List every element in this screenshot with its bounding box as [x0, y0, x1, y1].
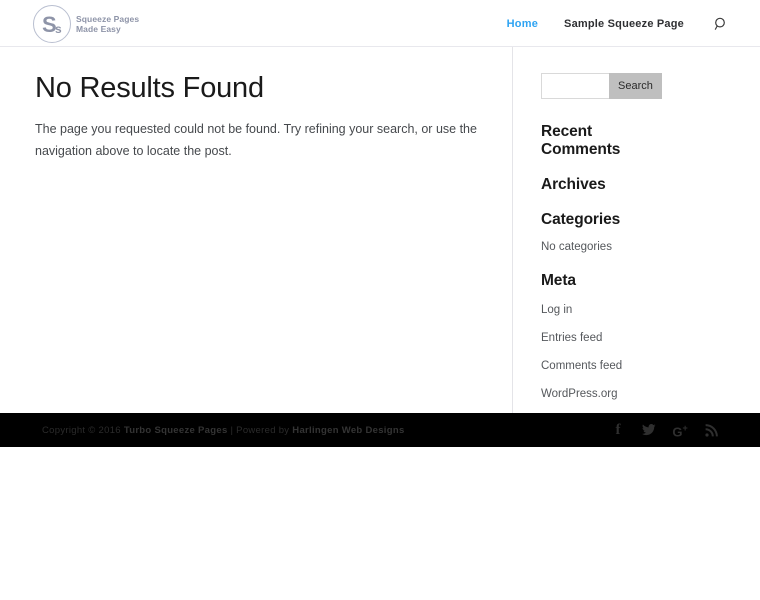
widget-categories: Categories No categories [541, 211, 730, 255]
widget-meta: Meta Log in Entries feed Comments feed W… [541, 272, 730, 402]
logo-circle-icon: S s [33, 4, 71, 43]
footer-copyright: Copyright © 2016 Turbo Squeeze Pages | P… [30, 425, 405, 436]
widget-archives: Archives [541, 176, 730, 194]
page-title: No Results Found [35, 72, 264, 104]
logo-tagline-line1: Squeeze Pages [76, 14, 140, 24]
facebook-glyph: f [615, 421, 621, 438]
footer-social-list: f G+ [611, 421, 730, 440]
nav-item-home[interactable]: Home [507, 18, 538, 30]
content-area: No Results Found The page you requested … [0, 47, 760, 413]
sidebar: Search Recent Comments Archives Categori… [512, 47, 730, 413]
facebook-icon[interactable]: f [611, 421, 625, 438]
header-inner: S s Squeeze Pages Made Easy Home Sample … [30, 0, 730, 47]
widget-title-recent-comments: Recent Comments [541, 123, 621, 158]
footer-inner: Copyright © 2016 Turbo Squeeze Pages | P… [30, 413, 730, 447]
widget-recent-comments: Recent Comments [541, 123, 730, 159]
google-plus-glyph: G+ [672, 422, 688, 440]
list-item: Log in [541, 300, 730, 318]
page-body-text: The page you requested could not be foun… [35, 122, 477, 158]
sidebar-search-widget: Search [541, 73, 662, 99]
logo-letter-secondary: s [55, 21, 62, 36]
copyright-separator: | Powered by [227, 424, 293, 436]
list-item: WordPress.org [541, 384, 730, 402]
site-logo[interactable]: S s Squeeze Pages Made Easy [33, 4, 139, 43]
search-button[interactable]: Search [609, 73, 662, 99]
site-footer: Copyright © 2016 Turbo Squeeze Pages | P… [0, 413, 760, 447]
search-icon[interactable] [712, 15, 730, 33]
widget-title-archives: Archives [541, 176, 606, 193]
copyright-site-name: Turbo Squeeze Pages [123, 424, 228, 436]
logo-tagline-line2: Made Easy [76, 24, 121, 34]
content-inner: No Results Found The page you requested … [30, 47, 730, 413]
meta-link-wordpress-org[interactable]: WordPress.org [541, 388, 617, 400]
widget-title-meta: Meta [541, 272, 576, 289]
rss-icon[interactable] [704, 423, 718, 438]
logo-tagline: Squeeze Pages Made Easy [76, 13, 139, 34]
meta-link-list: Log in Entries feed Comments feed WordPr… [541, 300, 730, 402]
main-navigation: Home Sample Squeeze Page [507, 15, 730, 33]
widget-title-categories: Categories [541, 211, 621, 228]
list-item: Entries feed [541, 328, 730, 346]
main-column: No Results Found The page you requested … [30, 47, 512, 413]
categories-empty-note: No categories [541, 241, 612, 253]
twitter-icon[interactable] [642, 423, 656, 438]
meta-link-entries-feed[interactable]: Entries feed [541, 332, 602, 344]
meta-link-log-in[interactable]: Log in [541, 304, 572, 316]
copyright-prefix: Copyright © 2016 [42, 424, 124, 436]
list-item: Comments feed [541, 356, 730, 374]
meta-link-comments-feed[interactable]: Comments feed [541, 360, 622, 372]
page-whitespace-below-footer [0, 447, 760, 600]
nav-item-sample-squeeze-page[interactable]: Sample Squeeze Page [564, 18, 684, 30]
copyright-credit: Harlingen Web Designs [292, 424, 405, 436]
site-header: S s Squeeze Pages Made Easy Home Sample … [0, 0, 760, 47]
page-root: S s Squeeze Pages Made Easy Home Sample … [0, 0, 760, 600]
search-input[interactable] [541, 73, 609, 99]
google-plus-icon[interactable]: G+ [672, 422, 688, 440]
